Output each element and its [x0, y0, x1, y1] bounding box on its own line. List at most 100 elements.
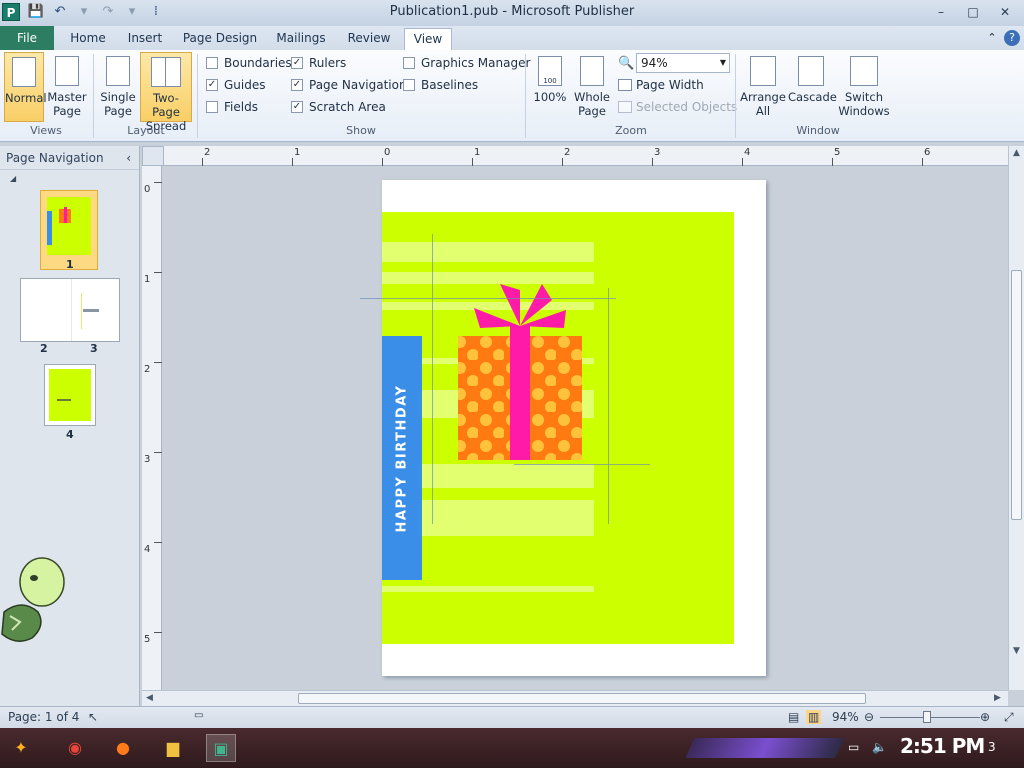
ruler-corner[interactable] — [142, 146, 164, 166]
status-bar: Page: 1 of 4 ↖ ▭ ▤ ▥ 94% ⊖ ⊕ ⤢ — [0, 706, 1024, 728]
scroll-down-icon[interactable]: ▼ — [1013, 646, 1020, 656]
single-page-button[interactable]: Single Page — [98, 52, 138, 122]
ruler-tick-label: 4 — [144, 544, 151, 555]
ruler-tick-label: 3 — [654, 147, 661, 158]
page-thumbnail-4[interactable] — [44, 364, 96, 426]
scroll-right-icon[interactable]: ▶ — [994, 693, 1001, 703]
normal-page-icon — [12, 57, 36, 87]
start-button-icon[interactable]: ✦ — [6, 734, 36, 762]
publisher-taskbar-icon[interactable]: ▣ — [206, 734, 236, 762]
rulers-checkbox[interactable]: ✓ Rulers — [291, 56, 346, 70]
ribbon-separator — [93, 54, 94, 138]
selected-objects-button[interactable]: Selected Objects — [618, 100, 737, 114]
minimize-ribbon-icon[interactable]: ⌃ — [984, 30, 1000, 46]
cascade-button[interactable]: Cascade — [788, 52, 837, 122]
notification-count[interactable]: 3 — [988, 740, 996, 754]
page-navigation-checkbox[interactable]: ✓ Page Navigation — [291, 78, 407, 92]
scratch-area-checkbox[interactable]: ✓ Scratch Area — [291, 100, 386, 114]
page-width-button[interactable]: Page Width — [618, 78, 704, 92]
ruler-tick — [742, 158, 743, 166]
taskbar-clock[interactable]: 2:51 PM — [900, 734, 985, 758]
guides-checkbox[interactable]: ✓ Guides — [206, 78, 266, 92]
single-page-view-icon[interactable]: ▤ — [788, 710, 799, 724]
page-thumbnail-label: 2 — [40, 342, 48, 355]
page-thumbnail-2-3[interactable] — [20, 278, 120, 342]
network-icon[interactable]: ▭ — [848, 740, 859, 754]
tab-view[interactable]: View — [404, 28, 452, 50]
ruler-tick — [154, 542, 162, 543]
spread-fold-line — [71, 279, 72, 341]
tab-home[interactable]: Home — [66, 28, 110, 50]
gift-box-icon[interactable] — [452, 282, 582, 462]
tab-mailings[interactable]: Mailings — [272, 28, 330, 50]
minimize-button[interactable]: – — [926, 4, 956, 22]
ruler-tick-label: 5 — [144, 634, 151, 645]
chrome-icon[interactable]: ◉ — [60, 734, 90, 762]
firefox-icon[interactable]: ● — [108, 734, 138, 762]
close-button[interactable]: ✕ — [990, 4, 1020, 22]
tab-review[interactable]: Review — [342, 28, 396, 50]
thumbnail-ribbon-preview — [64, 207, 67, 223]
tab-file[interactable]: File — [0, 26, 54, 50]
guides-check-mark-icon: ✓ — [206, 79, 218, 91]
switch-windows-label: Switch Windows — [838, 90, 890, 118]
maximize-button[interactable]: □ — [958, 4, 988, 22]
tab-page-design[interactable]: Page Design — [180, 28, 260, 50]
help-icon[interactable]: ? — [1004, 30, 1020, 46]
baselines-checkbox[interactable]: Baselines — [403, 78, 478, 92]
cursor-position-icon: ↖ — [88, 710, 99, 724]
thumbnail-card-back-preview — [49, 369, 91, 421]
happy-birthday-text-box[interactable]: HAPPY BIRTHDAY — [382, 336, 422, 580]
file-explorer-icon[interactable]: ▆ — [158, 734, 188, 762]
scroll-left-icon[interactable]: ◀ — [146, 693, 153, 703]
zoom-select[interactable]: 94% ▼ — [636, 53, 730, 73]
layout-guide[interactable] — [432, 234, 433, 524]
ruler-tick — [154, 182, 162, 183]
two-page-view-icon[interactable]: ▥ — [806, 710, 822, 724]
views-group-label: Views — [30, 124, 62, 137]
master-page-button[interactable]: Master Page — [46, 52, 88, 122]
horizontal-ruler[interactable]: 2 1 0 1 2 3 4 5 6 — [164, 146, 1008, 166]
ruler-tick — [382, 158, 383, 166]
layout-guide[interactable] — [360, 298, 616, 299]
page-navigation-check-mark-icon: ✓ — [291, 79, 303, 91]
graphics-manager-checkbox[interactable]: Graphics Manager — [403, 56, 530, 70]
ruler-tick — [154, 362, 162, 363]
section-expand-icon[interactable]: ◢ — [10, 174, 16, 183]
layout-guide[interactable] — [608, 288, 609, 524]
ruler-tick — [202, 158, 203, 166]
vertical-scrollbar[interactable]: ▲ ▼ — [1008, 146, 1024, 690]
fit-page-icon[interactable]: ⤢ — [1004, 710, 1014, 725]
rulers-check-mark-icon: ✓ — [291, 57, 303, 69]
boundaries-checkbox[interactable]: Boundaries — [206, 56, 292, 70]
layout-guide[interactable] — [514, 464, 650, 465]
birthday-card-background[interactable]: HAPPY BIRTHDAY — [382, 212, 734, 644]
publication-page[interactable]: HAPPY BIRTHDAY — [360, 180, 766, 676]
tab-insert[interactable]: Insert — [122, 28, 168, 50]
collapse-pane-icon[interactable]: ‹ — [126, 146, 131, 170]
zoom-out-icon[interactable]: ⊖ — [864, 710, 874, 724]
zoom-100-button[interactable]: 100 100% — [532, 52, 568, 122]
vertical-ruler[interactable]: 0 1 2 3 4 5 — [142, 166, 162, 690]
page-navigation-title: Page Navigation — [6, 151, 104, 165]
publication-workspace[interactable]: HAPPY BIRTHDAY — [164, 166, 1008, 690]
master-page-icon — [55, 56, 79, 86]
zoom-in-icon[interactable]: ⊕ — [980, 710, 990, 724]
volume-icon[interactable]: 🔈 — [872, 740, 887, 754]
arrange-all-button[interactable]: Arrange All — [740, 52, 786, 122]
fields-checkbox[interactable]: Fields — [206, 100, 258, 114]
switch-windows-button[interactable]: Switch Windows — [836, 52, 892, 122]
horizontal-scrollbar[interactable]: ◀ ▶ — [142, 690, 1008, 706]
whole-page-button[interactable]: Whole Page — [572, 52, 612, 122]
zoom-percent[interactable]: 94% — [832, 710, 859, 724]
thumbnail-guide-preview — [81, 293, 82, 329]
scroll-up-icon[interactable]: ▲ — [1013, 148, 1020, 158]
stripe-decoration — [382, 586, 594, 592]
vertical-scroll-thumb[interactable] — [1011, 270, 1022, 520]
normal-view-button[interactable]: Normal — [4, 52, 47, 122]
two-page-spread-button[interactable]: Two-Page Spread — [140, 52, 192, 133]
thumbnail-band-preview — [47, 211, 52, 245]
zoom-slider-knob[interactable] — [923, 711, 931, 723]
horizontal-scroll-thumb[interactable] — [298, 693, 866, 704]
page-status[interactable]: Page: 1 of 4 — [8, 710, 79, 724]
